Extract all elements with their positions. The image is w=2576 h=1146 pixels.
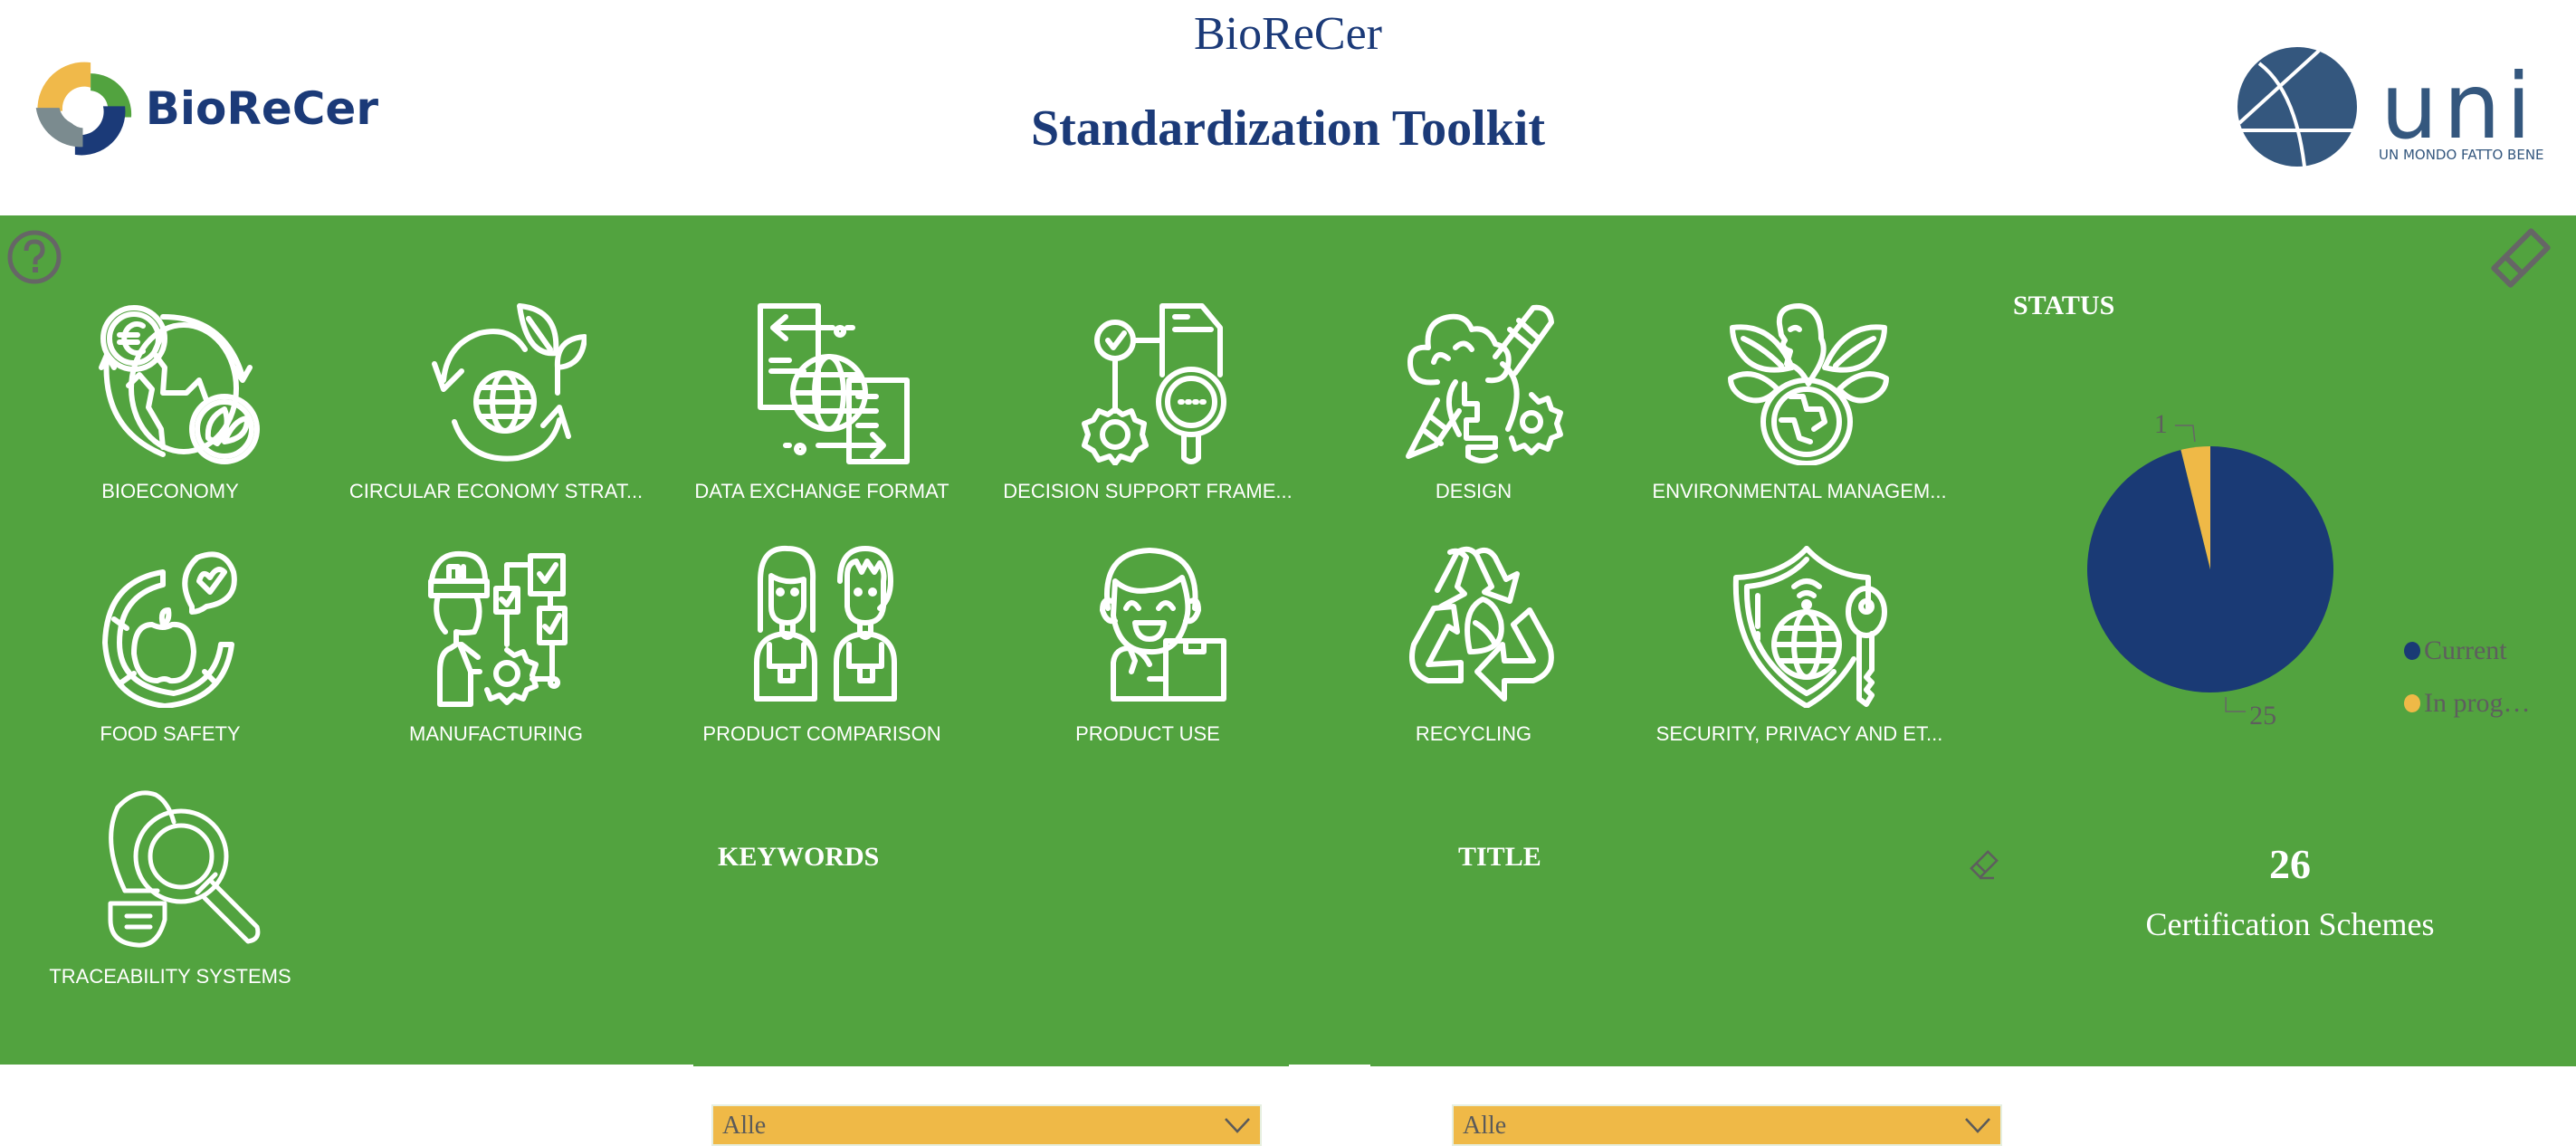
data-exchange-icon <box>758 303 910 464</box>
category-label: SECURITY, PRIVACY AND ET... <box>1655 722 1943 745</box>
keywords-dropdown-value: Alle <box>722 1112 767 1140</box>
bioeconomy-globe-euro-icon <box>99 305 260 464</box>
circular-economy-icon <box>432 303 587 462</box>
keywords-dropdown[interactable]: Alle <box>711 1104 1262 1146</box>
uni-globe-icon <box>2237 47 2357 167</box>
eraser-icon <box>1970 850 1999 880</box>
category-label: BIOECONOMY <box>101 480 239 502</box>
legend-marker <box>2404 642 2420 660</box>
category-label: RECYCLING <box>1415 722 1532 745</box>
title-dropdown-value: Alle <box>1463 1112 1507 1140</box>
category-tile-design[interactable]: DESIGN <box>1320 302 1627 529</box>
category-tile-security-privacy[interactable]: SECURITY, PRIVACY AND ET... <box>1646 545 1953 771</box>
uni-tagline: UN MONDO FATTO BENE <box>2379 147 2544 163</box>
category-tile-circular-economy[interactable]: CIRCULAR ECONOMY STRAT... <box>342 302 650 529</box>
data-label: 1 <box>2154 409 2168 439</box>
kpi-value: 26 <box>2269 841 2311 887</box>
uni-logo: uni UN MONDO FATTO BENE <box>2236 45 2552 172</box>
chevron-down-icon <box>1965 1118 1990 1133</box>
legend-label: In prog… <box>2424 688 2531 718</box>
legend-item-current[interactable]: Current <box>2404 635 2507 666</box>
status-pie-chart: 25 1 Current In prog… <box>2064 360 2571 759</box>
category-label: DATA EXCHANGE FORMAT <box>694 480 949 502</box>
main-panel: BIOECONOMY CIRCULAR ECONOMY STRAT... DAT… <box>0 215 2576 1146</box>
category-tile-bioeconomy[interactable]: BIOECONOMY <box>16 302 324 529</box>
category-tile-environmental-management[interactable]: ENVIRONMENTAL MANAGEM... <box>1646 302 1953 529</box>
category-tile-product-use[interactable]: PRODUCT USE <box>994 545 1302 771</box>
legend-marker <box>2404 694 2420 712</box>
page-title: Standardization Toolkit <box>1031 100 1545 157</box>
category-tile-product-comparison[interactable]: PRODUCT COMPARISON <box>668 545 976 771</box>
food-safety-icon <box>102 551 237 708</box>
uni-wordmark: uni <box>2380 53 2537 159</box>
clear-all-filters-button[interactable] <box>2487 224 2554 291</box>
product-comparison-icon <box>754 545 897 702</box>
help-button[interactable] <box>5 228 63 286</box>
category-label: DESIGN <box>1435 480 1512 502</box>
category-tile-data-exchange-format[interactable]: DATA EXCHANGE FORMAT <box>668 302 976 529</box>
title-dropdown[interactable]: Alle <box>1452 1104 2002 1146</box>
traceability-icon <box>108 790 261 948</box>
status-chart-title: STATUS <box>2013 291 2115 320</box>
chevron-down-icon <box>1225 1118 1250 1133</box>
category-label: TRACEABILITY SYSTEMS <box>49 965 291 988</box>
clear-title-filter-button[interactable] <box>1969 849 1999 880</box>
category-tile-manufacturing[interactable]: MANUFACTURING <box>342 545 650 771</box>
data-label: 25 <box>2249 701 2276 731</box>
security-privacy-icon <box>1732 546 1887 708</box>
category-tile-food-safety[interactable]: FOOD SAFETY <box>16 545 324 771</box>
environmental-management-icon <box>1728 303 1889 465</box>
category-label: MANUFACTURING <box>409 722 583 745</box>
title-filter-label: TITLE <box>1458 842 1541 872</box>
header: BioReCer BioReCer Standardization Toolki… <box>0 0 2576 215</box>
app-title: BioReCer <box>1194 8 1382 60</box>
keywords-filter-label: KEYWORDS <box>718 842 880 872</box>
category-tile-recycling[interactable]: RECYCLING <box>1320 545 1627 771</box>
manufacturing-icon <box>428 550 568 707</box>
category-label: PRODUCT USE <box>1075 722 1220 745</box>
question-circle-icon <box>7 230 62 284</box>
data-label-leader <box>2174 425 2196 443</box>
legend-item-in-progress[interactable]: In prog… <box>2404 688 2530 719</box>
category-label: FOOD SAFETY <box>100 722 241 745</box>
decision-support-icon <box>1082 303 1226 465</box>
category-tile-decision-support[interactable]: DECISION SUPPORT FRAME... <box>994 302 1302 529</box>
category-label: DECISION SUPPORT FRAME... <box>1003 480 1293 502</box>
category-label: ENVIRONMENTAL MANAGEM... <box>1652 480 1947 502</box>
category-label: CIRCULAR ECONOMY STRAT... <box>348 480 644 502</box>
design-icon <box>1406 304 1563 463</box>
data-label-leader <box>2225 696 2247 712</box>
legend-label: Current <box>2424 635 2507 665</box>
category-tile-traceability[interactable]: TRACEABILITY SYSTEMS <box>16 788 324 1014</box>
category-label: PRODUCT COMPARISON <box>702 722 941 745</box>
kpi-label: Certification Schemes <box>2145 906 2435 942</box>
recycling-icon <box>1409 546 1554 702</box>
product-use-icon <box>1100 548 1226 702</box>
eraser-icon <box>2491 228 2551 288</box>
